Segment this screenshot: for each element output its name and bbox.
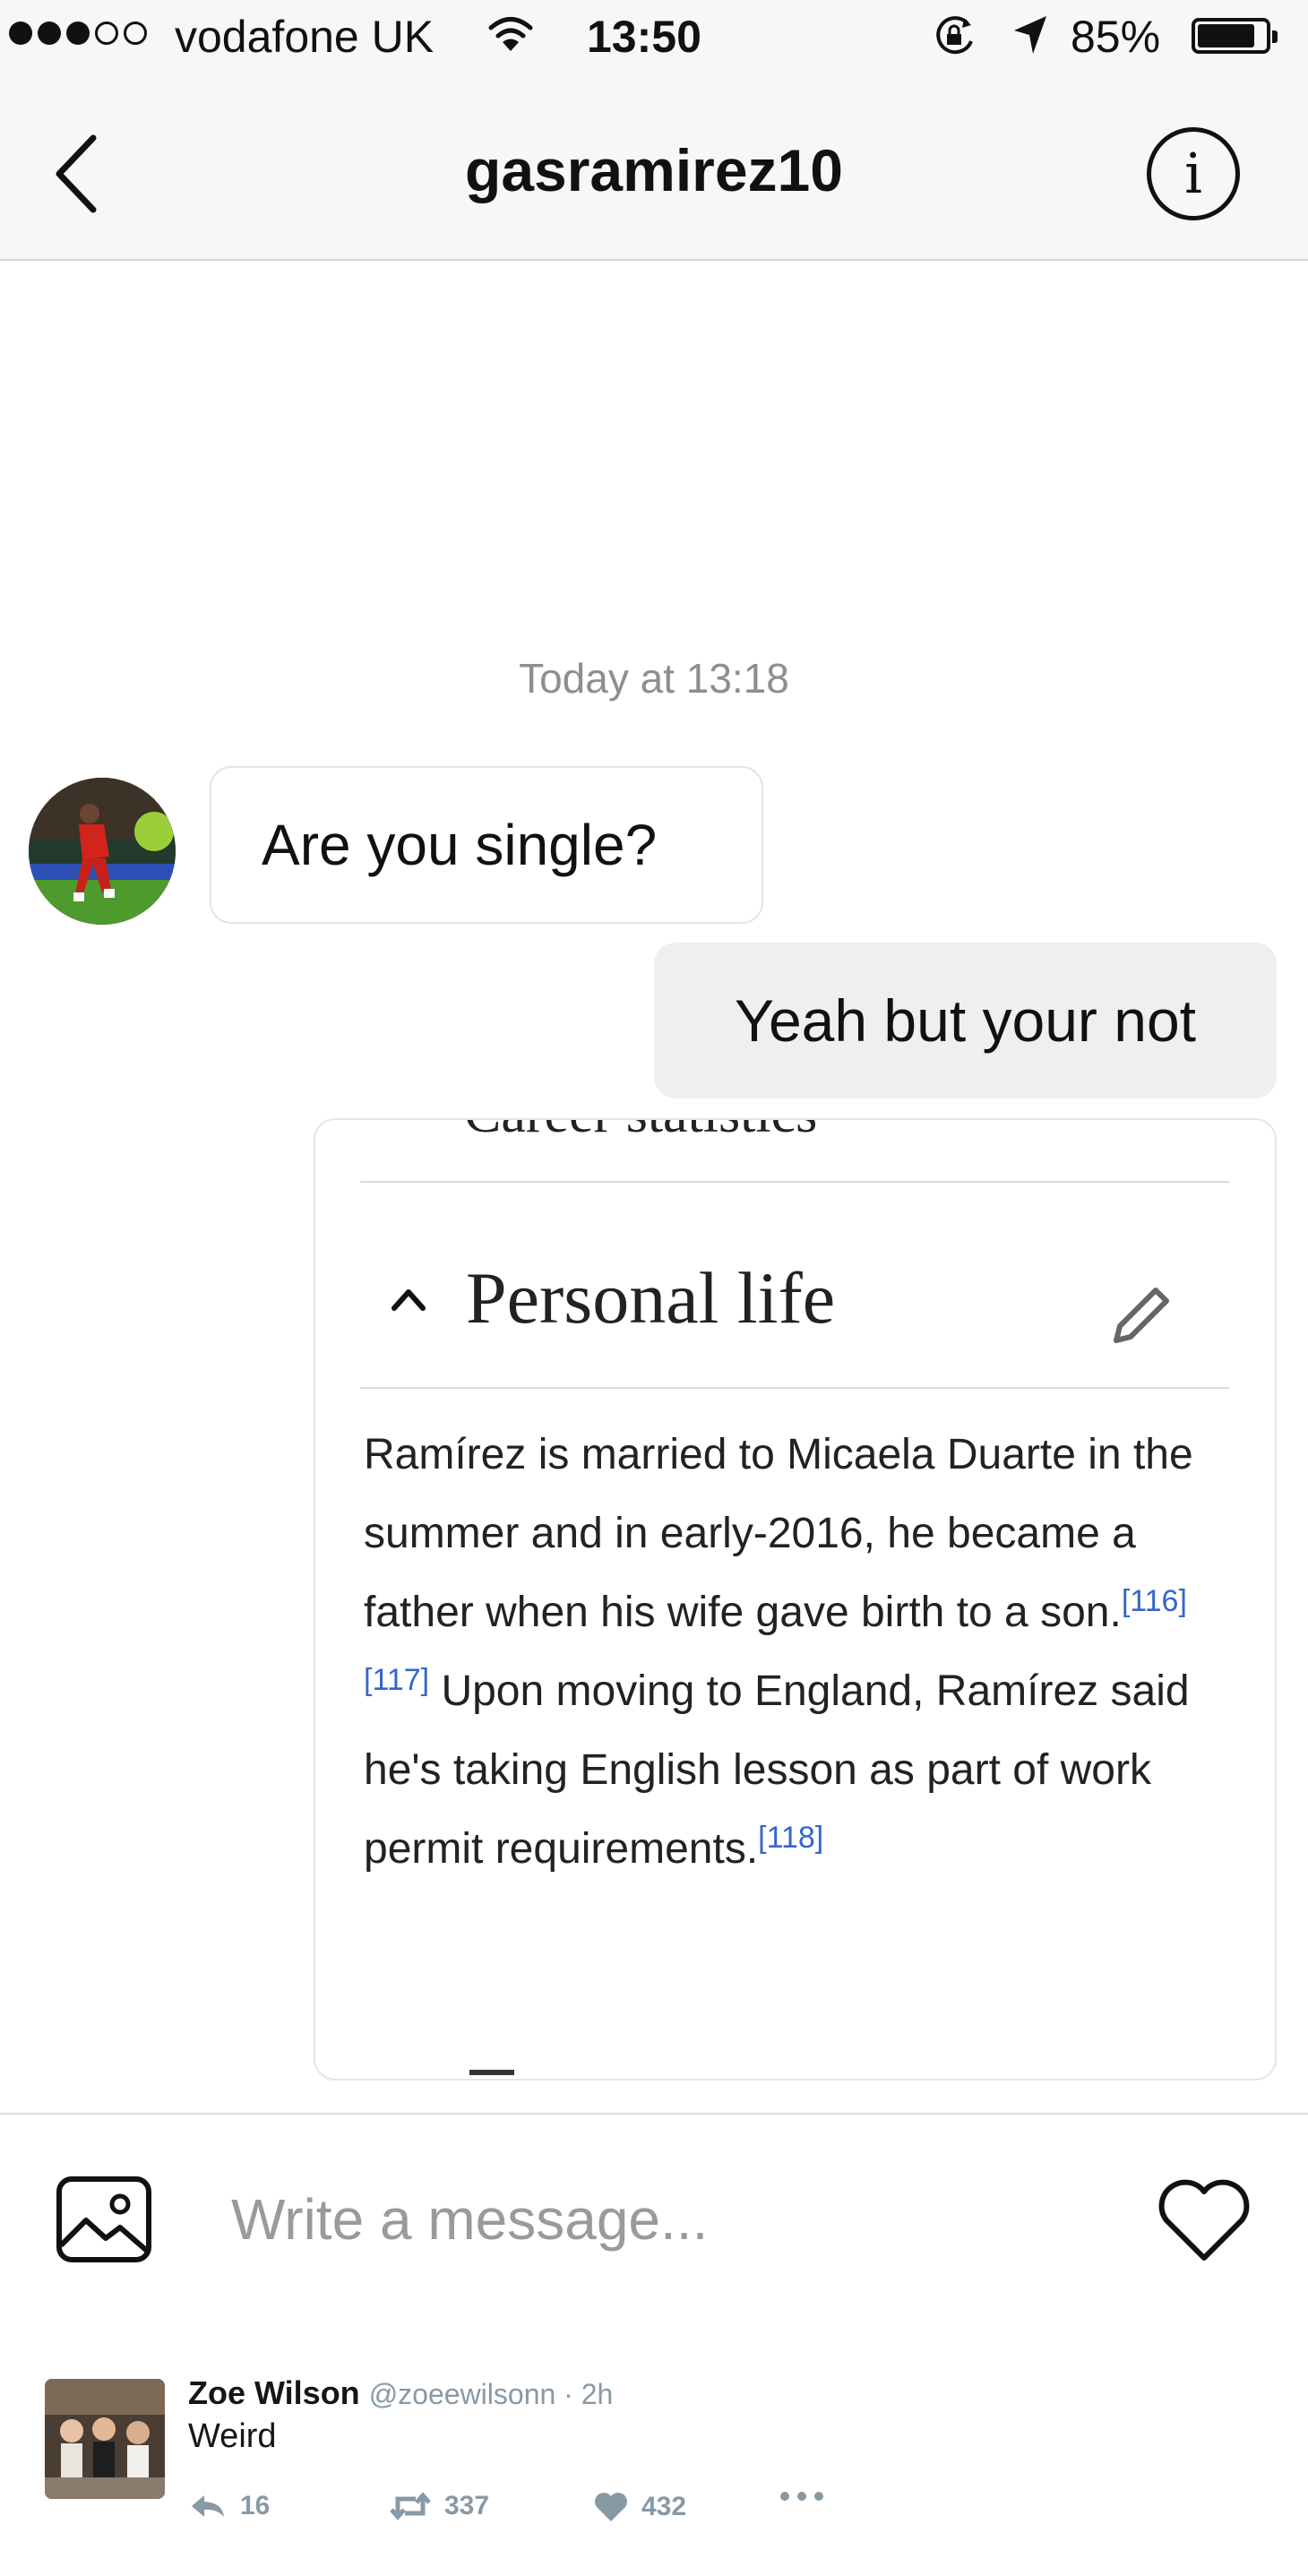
chat-header: gasramirez10 i: [0, 73, 1308, 261]
divider: [360, 1387, 1229, 1389]
like-button[interactable]: 432: [593, 2491, 686, 2523]
status-time: 13:50: [587, 12, 701, 62]
battery-percent: 85%: [1071, 12, 1161, 62]
like-heart-icon: [595, 2493, 627, 2521]
tweet-author-name[interactable]: Zoe Wilson: [188, 2374, 360, 2411]
composer-divider: [0, 2113, 1308, 2115]
tweet-header: Zoe Wilson @zoeewilsonn · 2h: [188, 2374, 613, 2412]
section-title: Personal life: [466, 1257, 836, 1339]
reply-icon: [192, 2495, 224, 2517]
citation-link: [118]: [758, 1821, 824, 1855]
conversation-title[interactable]: gasramirez10: [0, 136, 1308, 204]
message-timestamp: Today at 13:18: [519, 655, 789, 702]
article-paragraph: Ramírez is married to Micaela Duarte in …: [364, 1416, 1246, 1889]
cut-off-heading: Career statistics: [464, 1120, 817, 1146]
more-options-icon[interactable]: [779, 2491, 824, 2502]
heart-icon[interactable]: [1156, 2177, 1252, 2263]
cut-off-content: [469, 2070, 514, 2075]
tweet-avatar[interactable]: [45, 2379, 165, 2499]
wifi-icon: [488, 17, 533, 51]
gallery-icon[interactable]: [56, 2175, 152, 2263]
like-count: 432: [641, 2492, 687, 2521]
paragraph-text: Ramírez is married to Micaela Duarte in …: [364, 1431, 1193, 1636]
pencil-icon: [1114, 1288, 1169, 1343]
tweet-author-handle: @zoeewilsonn · 2h: [368, 2378, 614, 2410]
retweet-icon: [390, 2492, 431, 2520]
shared-screenshot-card[interactable]: Career statistics Personal life Ramírez …: [314, 1118, 1277, 2081]
info-icon[interactable]: i: [1147, 127, 1240, 220]
status-bar: vodafone UK 13:50 85%: [0, 0, 1308, 73]
retweet-button[interactable]: 337: [389, 2491, 489, 2521]
reply-button[interactable]: 16: [188, 2491, 270, 2521]
chevron-up-icon: [392, 1289, 426, 1311]
location-arrow-icon: [1014, 16, 1046, 54]
signal-dots-icon: [9, 22, 147, 45]
divider: [360, 1181, 1229, 1183]
battery-icon: [1192, 18, 1278, 54]
avatar[interactable]: [29, 778, 176, 925]
carrier-name: vodafone UK: [175, 12, 435, 62]
rotation-lock-icon: [936, 16, 973, 55]
incoming-message[interactable]: Are you single?: [210, 766, 763, 924]
outgoing-message[interactable]: Yeah but your not: [654, 943, 1277, 1098]
tweet-text: Weird: [188, 2417, 277, 2455]
retweet-count: 337: [444, 2491, 490, 2520]
message-input[interactable]: [231, 2179, 1037, 2260]
reply-count: 16: [240, 2491, 271, 2520]
